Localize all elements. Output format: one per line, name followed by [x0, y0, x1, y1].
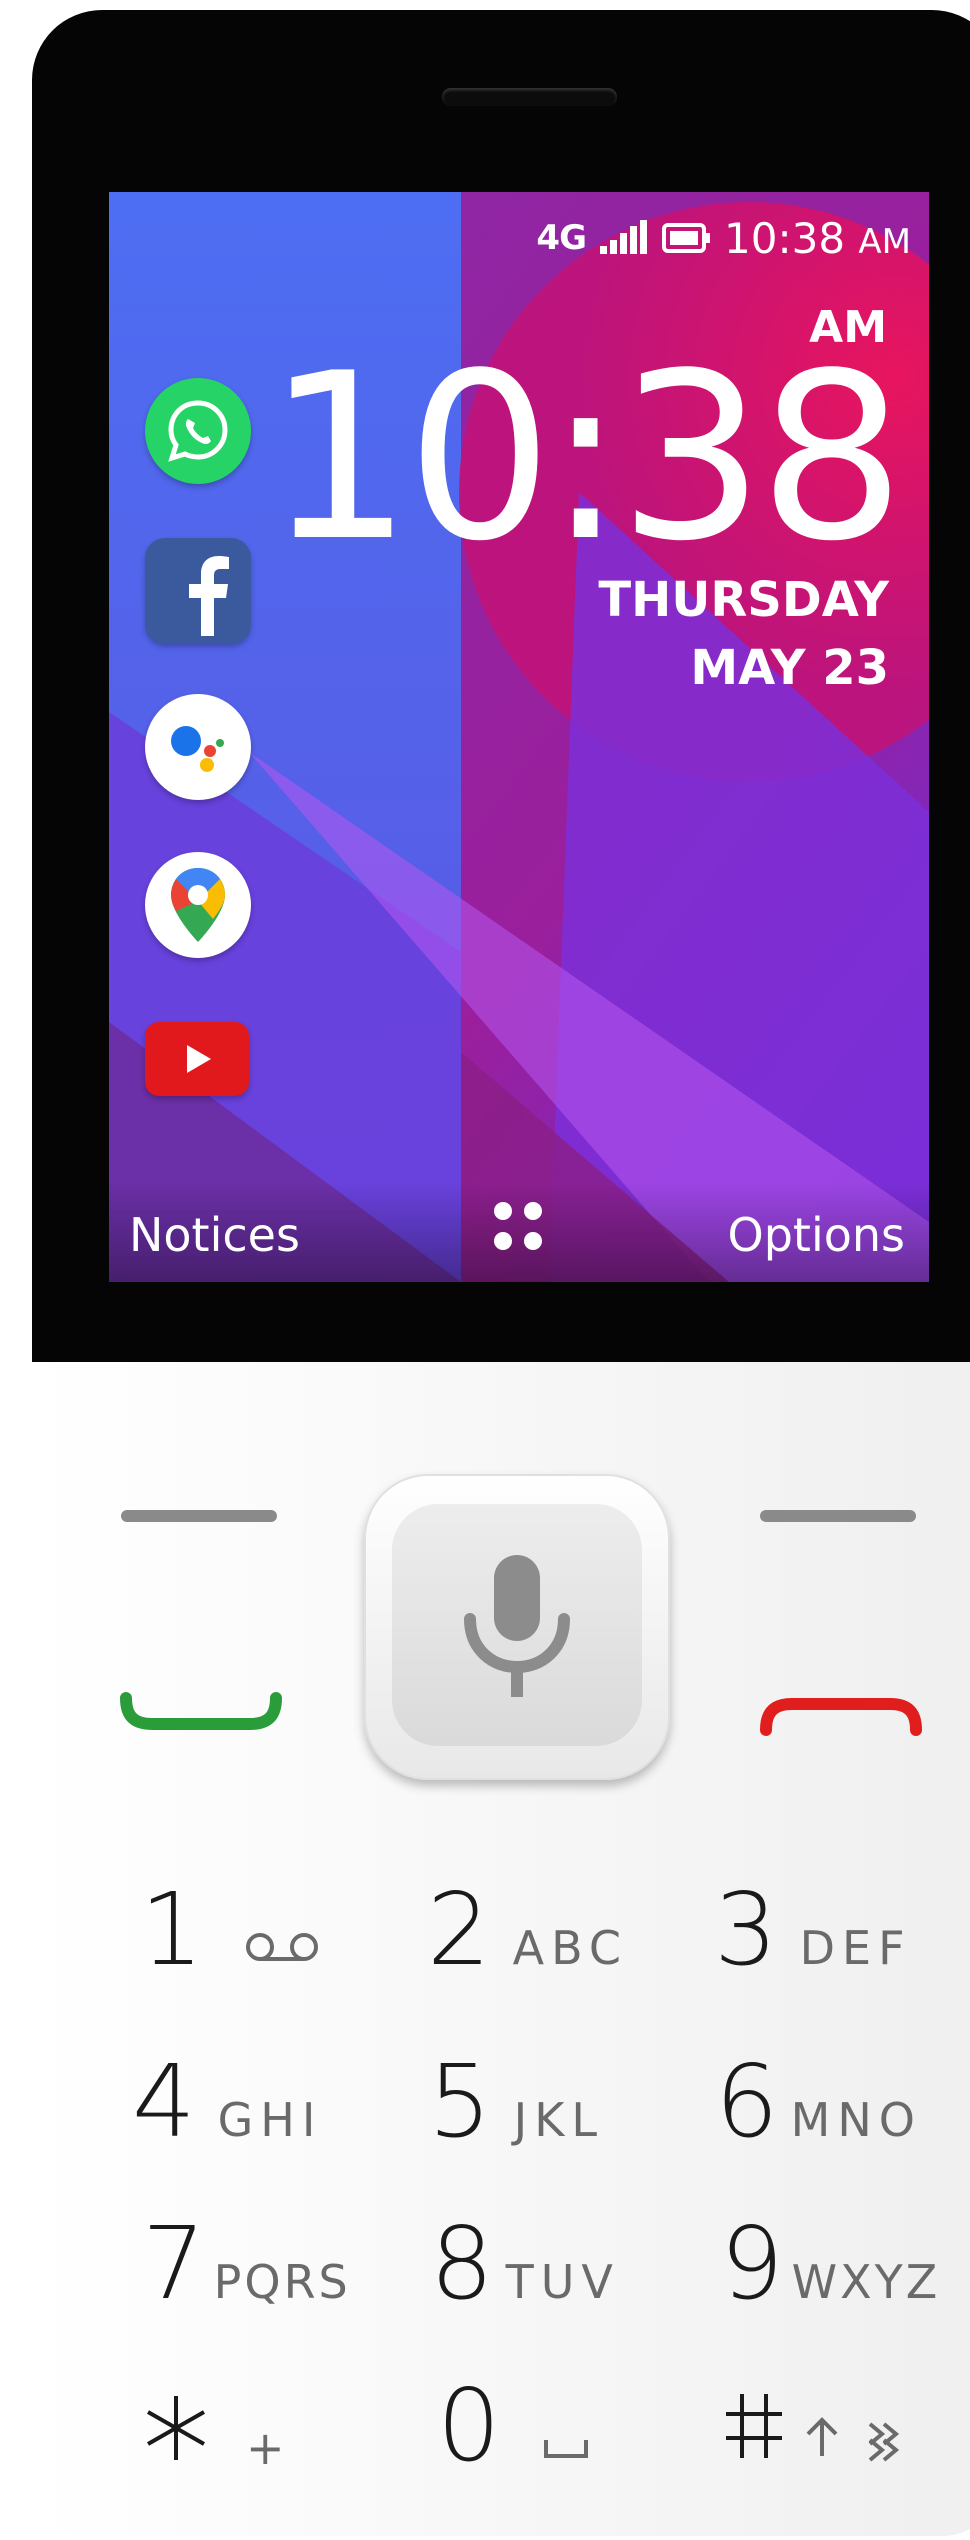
whatsapp-icon — [168, 400, 228, 462]
space-icon — [543, 2440, 588, 2458]
key-7[interactable]: 7 PQRS — [142, 2214, 351, 2314]
status-time: 10:38 AM — [724, 213, 911, 263]
hash-icon — [726, 2394, 782, 2458]
assistant-icon — [171, 726, 224, 772]
call-button[interactable] — [118, 1692, 284, 1736]
youtube-play-icon — [187, 1045, 211, 1073]
voice-assistant-button[interactable] — [364, 1474, 670, 1780]
microphone-icon — [464, 1555, 570, 1697]
phone-bezel: 4G 10:38 AM AM 10:38 THURSDAY MAY 23 Not… — [32, 10, 970, 1362]
key-0[interactable]: 0 — [437, 2376, 589, 2476]
clock-day: THURSDAY — [598, 572, 889, 628]
end-call-button[interactable] — [758, 1692, 924, 1736]
network-type: 4G — [536, 218, 587, 258]
maps-app[interactable] — [145, 852, 251, 958]
whatsapp-app[interactable] — [145, 378, 251, 484]
softkey-right-options[interactable]: Options — [728, 1208, 906, 1262]
youtube-app[interactable] — [145, 1022, 249, 1096]
clock-time: 10:38 — [266, 325, 905, 592]
battery-icon — [662, 223, 710, 253]
apps-grid-icon[interactable] — [494, 1202, 546, 1254]
key-5[interactable]: 5 JKL — [428, 2052, 604, 2152]
key-2[interactable]: 2 ABC — [427, 1880, 628, 1980]
key-8[interactable]: 8 TUV — [430, 2214, 620, 2314]
key-9[interactable]: 9 WXYZ — [720, 2214, 940, 2314]
key-3[interactable]: 3 DEF — [714, 1880, 912, 1980]
key-1[interactable]: 1 — [140, 1880, 320, 1980]
facebook-app[interactable] — [145, 538, 251, 644]
softkey-bar: Notices Options — [109, 1182, 929, 1282]
key-hash[interactable] — [722, 2390, 914, 2462]
right-softkey-button[interactable] — [760, 1510, 916, 1522]
keypad: 1 2 ABC 3 DEF 4 GHI 5 JKL 6 MNO 7 PQRS 8… — [32, 1362, 970, 2536]
status-bar: 4G 10:38 AM — [536, 214, 911, 263]
key-6[interactable]: 6 MNO — [715, 2052, 922, 2152]
key-4[interactable]: 4 GHI — [132, 2052, 322, 2152]
left-softkey-button[interactable] — [121, 1510, 277, 1522]
softkey-left-notices[interactable]: Notices — [129, 1208, 300, 1262]
clock-date: MAY 23 — [690, 640, 889, 696]
earpiece-speaker — [442, 88, 617, 106]
asterisk-icon — [147, 2396, 205, 2460]
maps-icon — [171, 868, 225, 942]
assistant-app[interactable] — [145, 694, 251, 800]
shift-icon — [806, 2417, 900, 2462]
voicemail-icon — [245, 1933, 318, 1961]
key-star[interactable]: + — [140, 2392, 292, 2475]
facebook-icon — [189, 556, 229, 636]
phone-body: 4G 10:38 AM AM 10:38 THURSDAY MAY 23 Not… — [32, 10, 970, 2536]
phone-screen: 4G 10:38 AM AM 10:38 THURSDAY MAY 23 Not… — [109, 192, 929, 1282]
signal-icon — [600, 220, 647, 254]
